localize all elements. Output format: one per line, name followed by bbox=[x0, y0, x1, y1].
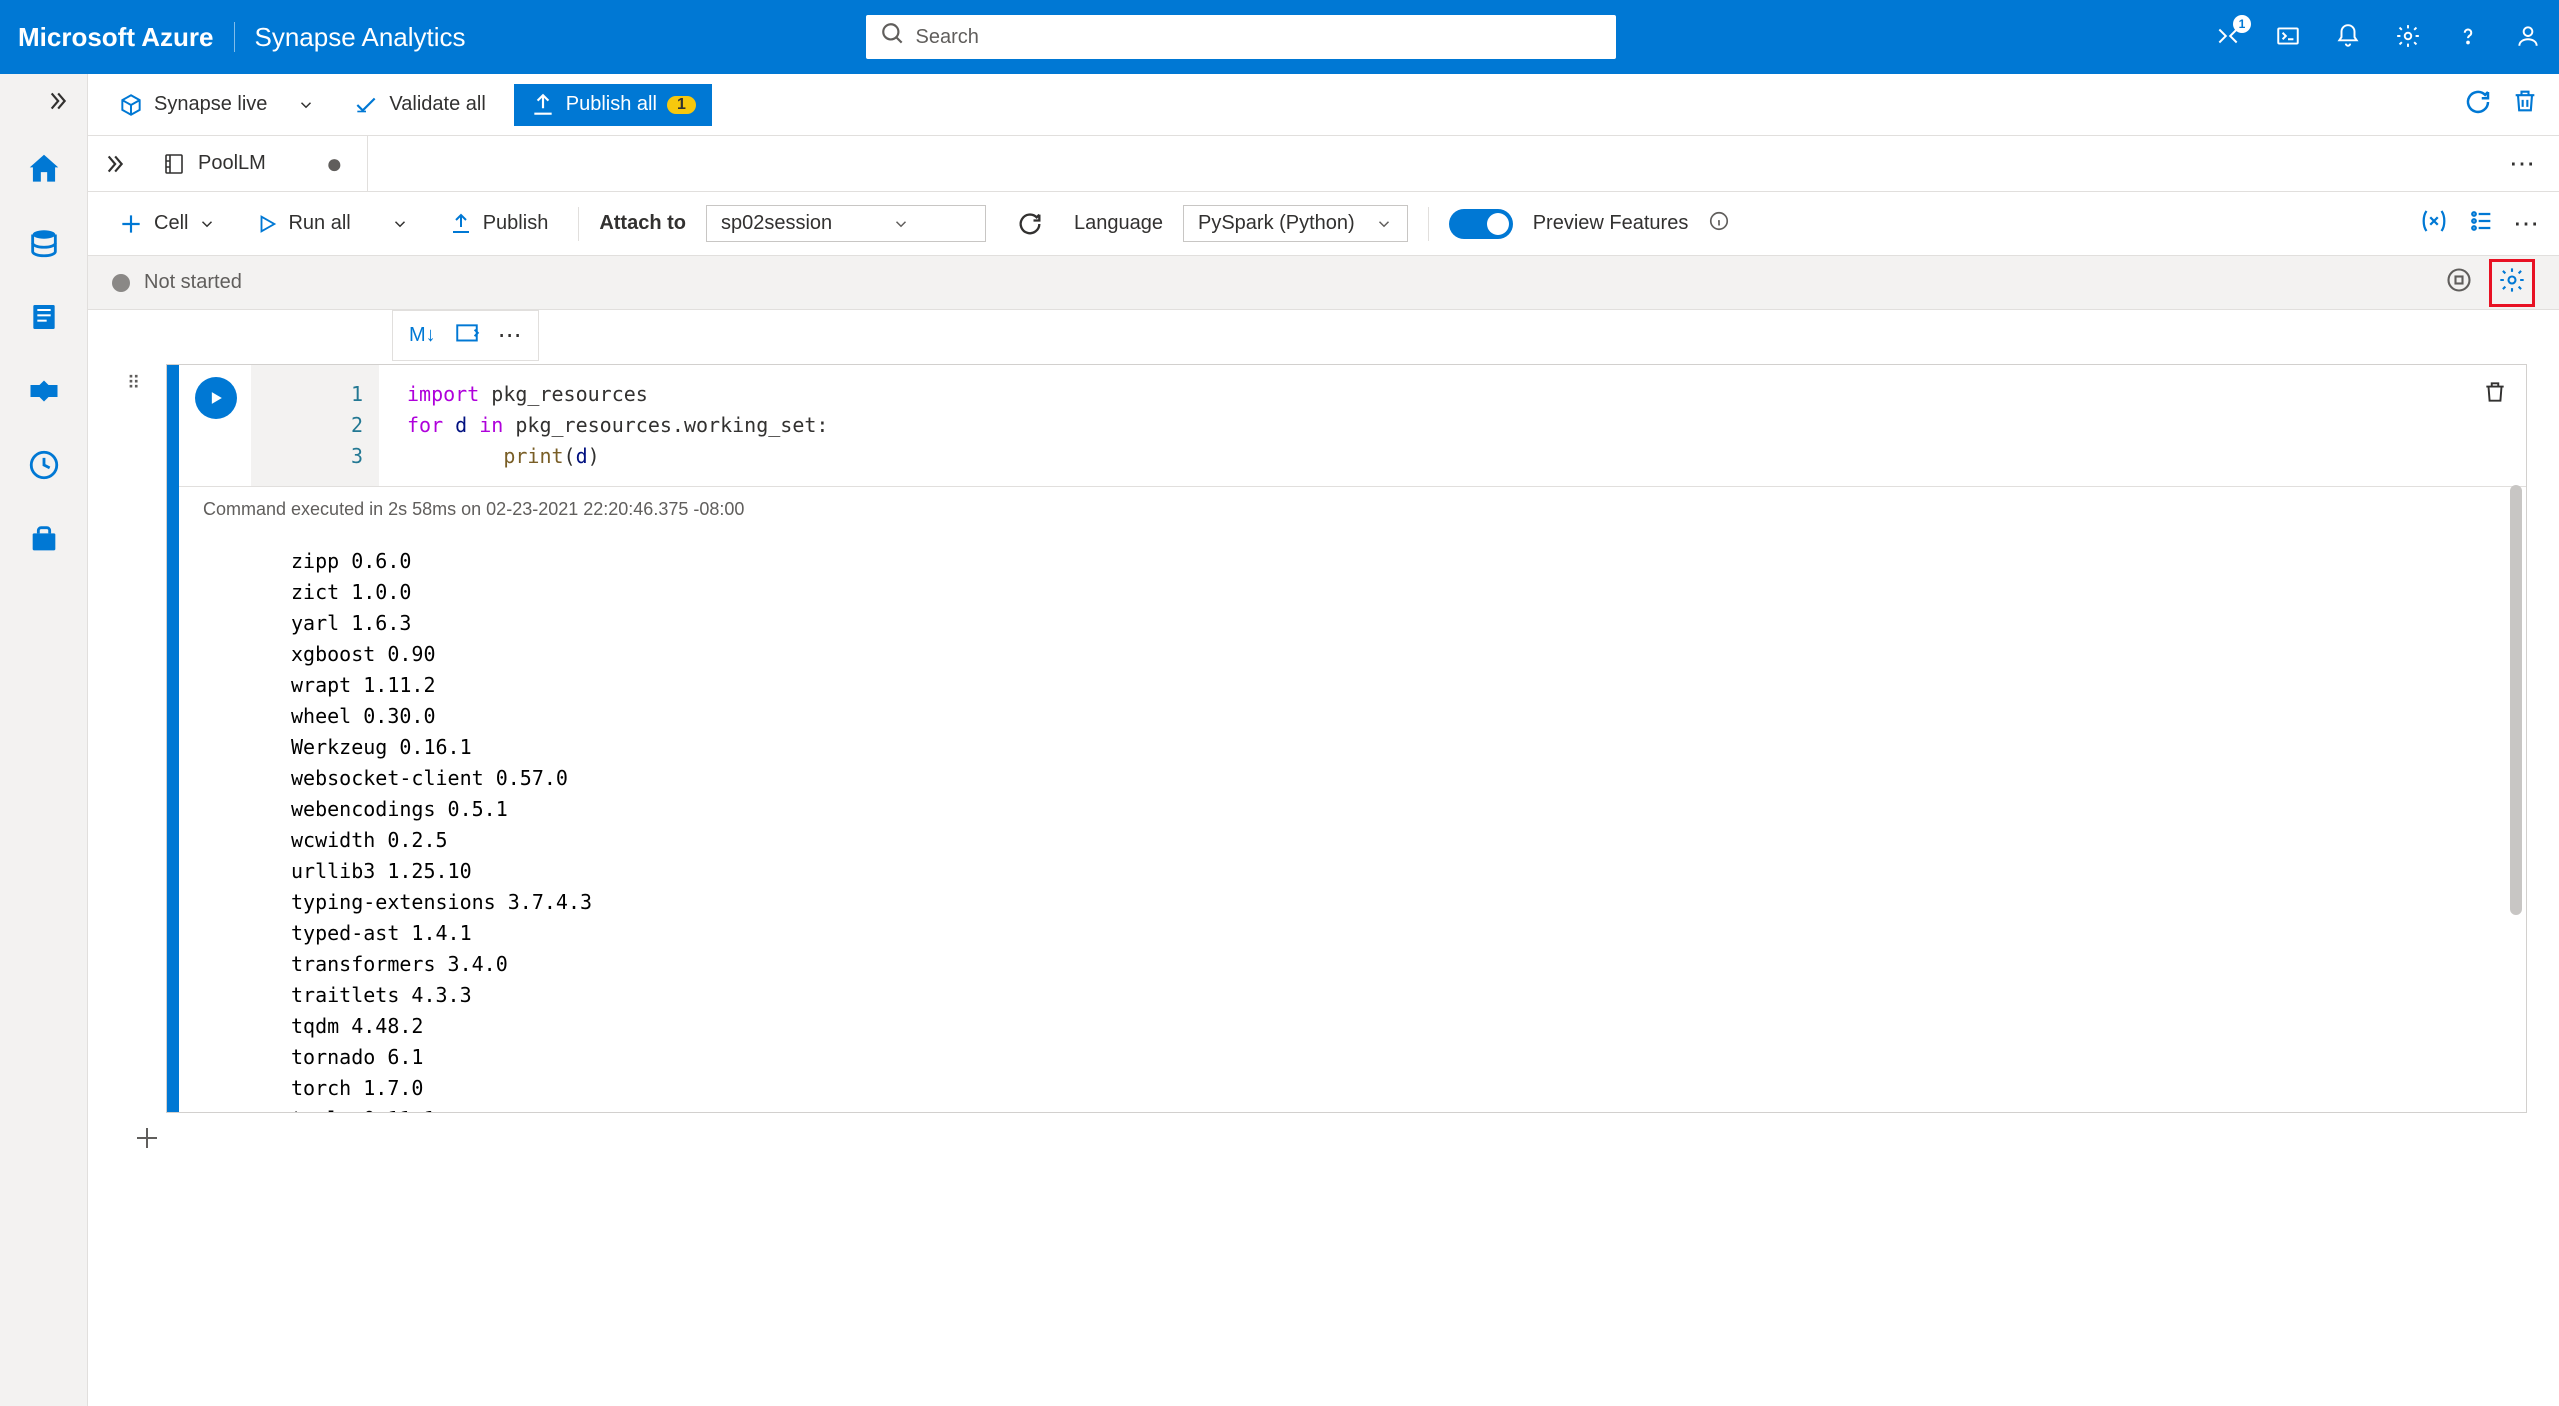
workspace-toolbar: Synapse live Validate all Publish all 1 bbox=[88, 74, 2559, 136]
logo-divider bbox=[234, 22, 235, 52]
validate-all-button[interactable]: Validate all bbox=[343, 86, 495, 124]
language-label: Language bbox=[1074, 212, 1163, 235]
notifications-icon[interactable] bbox=[2335, 23, 2361, 52]
logo-area: Microsoft Azure Synapse Analytics bbox=[18, 22, 466, 53]
cell-toolbar: M↓ ⋯ bbox=[392, 310, 539, 361]
develop-icon[interactable] bbox=[22, 295, 66, 339]
notebook-area: M↓ ⋯ ⠿ 123 import pkg bbox=[88, 310, 2559, 1406]
publish-label: Publish bbox=[483, 212, 549, 235]
cell-label: Cell bbox=[154, 212, 188, 235]
directory-switch-icon[interactable]: 1 bbox=[2215, 23, 2241, 52]
add-cell-below-icon[interactable] bbox=[132, 1140, 162, 1156]
variables-icon[interactable] bbox=[2419, 206, 2449, 242]
status-text: Not started bbox=[144, 271, 242, 294]
tab-bar: PoolLM ● ⋯ bbox=[88, 136, 2559, 192]
stop-session-icon[interactable] bbox=[2445, 266, 2473, 300]
execution-meta: Command executed in 2s 58ms on 02-23-202… bbox=[179, 486, 2526, 532]
brand-label[interactable]: Microsoft Azure bbox=[18, 22, 214, 53]
run-dropdown[interactable] bbox=[381, 209, 419, 239]
attach-value: sp02session bbox=[721, 212, 832, 235]
tab-label: PoolLM bbox=[198, 152, 266, 175]
search-icon bbox=[880, 21, 906, 53]
run-cell-button[interactable] bbox=[195, 377, 237, 419]
attach-select[interactable]: sp02session bbox=[706, 205, 986, 242]
line-numbers: 123 bbox=[251, 365, 379, 486]
toolbar-more-icon[interactable]: ⋯ bbox=[2513, 208, 2539, 239]
session-status-bar: Not started bbox=[88, 256, 2559, 310]
outline-icon[interactable] bbox=[2467, 207, 2495, 241]
convert-markdown-button[interactable]: M↓ bbox=[409, 324, 436, 347]
discard-icon[interactable] bbox=[2511, 87, 2539, 123]
publish-button[interactable]: Publish bbox=[439, 206, 559, 242]
help-icon[interactable] bbox=[2455, 23, 2481, 52]
preview-label: Preview Features bbox=[1533, 212, 1689, 235]
tab-poollm[interactable]: PoolLM ● bbox=[138, 136, 368, 191]
notif-badge: 1 bbox=[2233, 15, 2251, 33]
azure-header: Microsoft Azure Synapse Analytics Search… bbox=[0, 0, 2559, 74]
delete-cell-icon[interactable] bbox=[2482, 379, 2508, 408]
left-nav-rail bbox=[0, 74, 88, 1406]
expand-rail-icon[interactable] bbox=[43, 88, 69, 117]
data-icon[interactable] bbox=[22, 221, 66, 265]
feedback-icon[interactable] bbox=[2515, 23, 2541, 52]
validate-label: Validate all bbox=[389, 93, 485, 116]
toolbar-separator bbox=[1428, 207, 1429, 241]
session-refresh-icon[interactable] bbox=[1006, 204, 1054, 244]
monitor-icon[interactable] bbox=[22, 443, 66, 487]
cell-active-strip bbox=[167, 365, 179, 1112]
cell-drag-handle-icon[interactable]: ⠿ bbox=[127, 373, 140, 394]
cell-more-icon[interactable]: ⋯ bbox=[498, 321, 522, 350]
language-value: PySpark (Python) bbox=[1198, 212, 1355, 235]
preview-toggle[interactable] bbox=[1449, 209, 1513, 239]
mode-label: Synapse live bbox=[154, 93, 267, 116]
run-all-button[interactable]: Run all bbox=[246, 206, 360, 241]
code-content[interactable]: import pkg_resources for d in pkg_resour… bbox=[379, 365, 2526, 486]
refresh-icon[interactable] bbox=[2463, 87, 2493, 123]
attach-label: Attach to bbox=[599, 212, 686, 235]
header-icons: 1 bbox=[2215, 23, 2541, 52]
status-dot-icon bbox=[112, 274, 130, 292]
code-editor[interactable]: 123 import pkg_resources for d in pkg_re… bbox=[179, 365, 2526, 486]
publish-all-button[interactable]: Publish all 1 bbox=[514, 84, 712, 126]
runall-label: Run all bbox=[288, 212, 350, 235]
global-search[interactable]: Search bbox=[866, 15, 1616, 59]
tab-more-icon[interactable]: ⋯ bbox=[2509, 148, 2559, 179]
cloud-shell-icon[interactable] bbox=[2275, 23, 2301, 52]
info-icon[interactable] bbox=[1708, 210, 1730, 238]
main-area: Synapse live Validate all Publish all 1 bbox=[88, 74, 2559, 1406]
publish-count: 1 bbox=[667, 96, 696, 114]
cell-run-below-icon[interactable] bbox=[454, 321, 480, 350]
cell-output: zipp 0.6.0 zict 1.0.0 yarl 1.6.3 xgboost… bbox=[179, 532, 2526, 1112]
expand-tabs-icon[interactable] bbox=[88, 151, 138, 177]
home-icon[interactable] bbox=[22, 147, 66, 191]
integrate-icon[interactable] bbox=[22, 369, 66, 413]
search-placeholder: Search bbox=[916, 26, 979, 49]
publish-label: Publish all bbox=[566, 93, 657, 116]
notebook-toolbar: Cell Run all Publish Attach to sp02sessi… bbox=[88, 192, 2559, 256]
code-cell: ⠿ 123 import pkg_resources for d in pkg_… bbox=[166, 364, 2527, 1113]
add-cell-button[interactable]: Cell bbox=[108, 205, 226, 243]
product-label[interactable]: Synapse Analytics bbox=[255, 22, 466, 53]
settings-icon[interactable] bbox=[2395, 23, 2421, 52]
toolbar-separator bbox=[578, 207, 579, 241]
language-select[interactable]: PySpark (Python) bbox=[1183, 205, 1408, 242]
manage-icon[interactable] bbox=[22, 517, 66, 561]
session-settings-highlighted[interactable] bbox=[2489, 259, 2535, 307]
output-scrollbar[interactable] bbox=[2508, 365, 2524, 1112]
workspace-mode[interactable]: Synapse live bbox=[108, 86, 325, 124]
